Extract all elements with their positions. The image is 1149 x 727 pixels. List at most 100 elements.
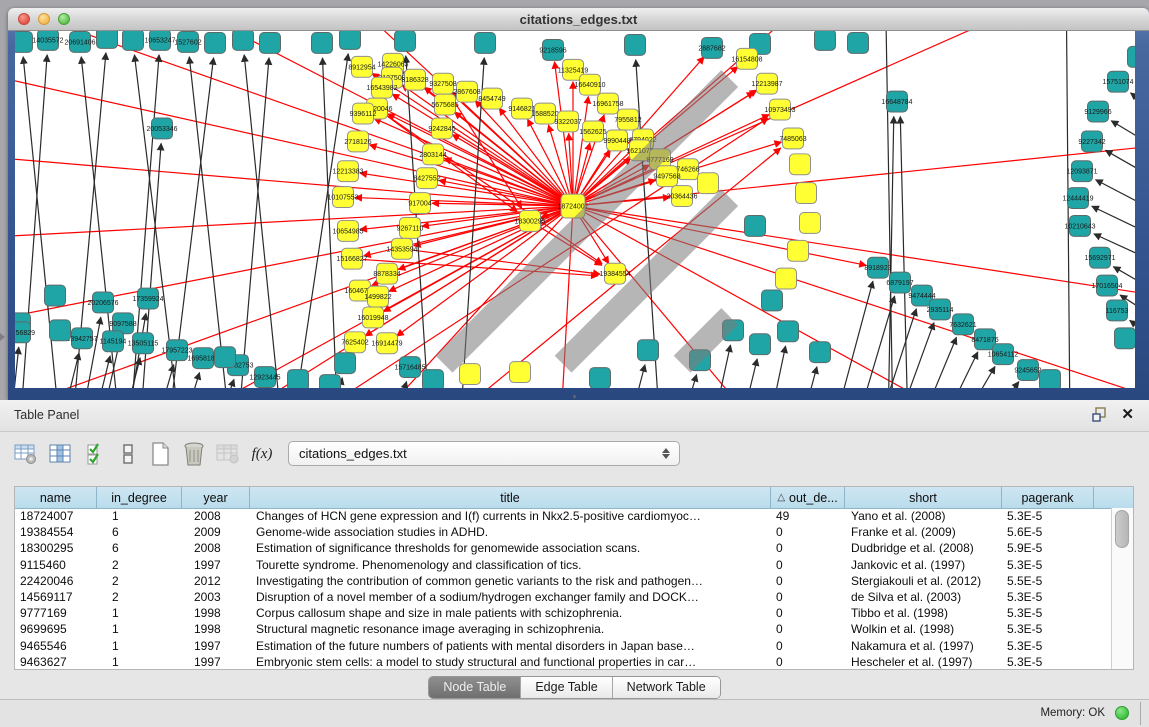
zoom-button[interactable] [58, 13, 70, 25]
network-window-titlebar[interactable]: citations_edges.txt [8, 8, 1149, 31]
table-cell[interactable]: 1997 [182, 557, 250, 573]
table-cell[interactable]: 19384554 [15, 524, 97, 540]
table-cell[interactable]: 18300295 [15, 540, 97, 556]
column-header-name[interactable]: name [15, 487, 97, 508]
column-header-year[interactable]: year [182, 487, 250, 508]
table-cell[interactable]: Genome-wide association studies in ADHD. [250, 524, 771, 540]
table-cell[interactable]: 1997 [182, 654, 250, 669]
table-cell[interactable]: 9777169 [15, 605, 97, 621]
new-table-icon[interactable] [146, 439, 174, 469]
table-cell[interactable]: 9699695 [15, 621, 97, 637]
panel-collapse-arrow-icon[interactable] [0, 333, 5, 341]
table-cell[interactable]: 5.6E-5 [1002, 524, 1094, 540]
float-panel-icon[interactable] [1092, 407, 1107, 422]
table-row[interactable]: 1872400712008Changes of HCN gene express… [15, 508, 1111, 524]
table-cell[interactable]: Embryonic stem cells: a model to study s… [250, 654, 771, 669]
table-cell[interactable]: 5.3E-5 [1002, 605, 1094, 621]
table-cell[interactable]: 5.3E-5 [1002, 589, 1094, 605]
table-cell[interactable]: 5.3E-5 [1002, 638, 1094, 654]
table-cell[interactable]: 5.9E-5 [1002, 540, 1094, 556]
table-cell[interactable]: 2009 [182, 524, 250, 540]
table-cell[interactable]: Dudbridge et al. (2008) [845, 540, 1002, 556]
table-cell[interactable]: 1 [97, 654, 182, 669]
vertical-scrollbar[interactable] [1111, 508, 1133, 669]
table-cell[interactable]: Franke et al. (2009) [845, 524, 1002, 540]
table-cell[interactable]: 5.3E-5 [1002, 557, 1094, 573]
table-cell[interactable]: 2008 [182, 508, 250, 524]
table-cell[interactable]: 0 [771, 557, 845, 573]
close-panel-icon[interactable]: ✕ [1121, 405, 1134, 423]
network-canvas[interactable]: 1403557220691406106532471527602288768211… [15, 31, 1135, 388]
table-cell[interactable]: 18724007 [15, 508, 97, 524]
table-cell[interactable]: Stergiakouli et al. (2012) [845, 573, 1002, 589]
table-row[interactable]: 946362711997Embryonic stem cells: a mode… [15, 654, 1111, 669]
table-cell[interactable]: 0 [771, 573, 845, 589]
table-cell[interactable]: 1 [97, 605, 182, 621]
select-all-icon[interactable] [82, 439, 110, 469]
table-cell[interactable]: Corpus callosum shape and size in male p… [250, 605, 771, 621]
tab-node-table[interactable]: Node Table [429, 677, 521, 698]
table-cell[interactable]: 0 [771, 654, 845, 669]
table-row[interactable]: 1938455462009Genome-wide association stu… [15, 524, 1111, 540]
delete-table-icon[interactable] [180, 439, 208, 469]
scrollbar-thumb[interactable] [1115, 510, 1129, 548]
table-cell[interactable]: 22420046 [15, 573, 97, 589]
table-cell[interactable]: Tibbo et al. (1998) [845, 605, 1002, 621]
table-cell[interactable]: Hescheler et al. (1997) [845, 654, 1002, 669]
table-cell[interactable]: 2012 [182, 573, 250, 589]
table-cell[interactable]: 0 [771, 638, 845, 654]
table-cell[interactable]: 5.5E-5 [1002, 573, 1094, 589]
table-settings-icon[interactable] [12, 439, 40, 469]
column-header-title[interactable]: title [250, 487, 771, 508]
table-cell[interactable]: 6 [97, 540, 182, 556]
memory-ok-icon[interactable] [1115, 706, 1129, 720]
tab-edge-table[interactable]: Edge Table [521, 677, 612, 698]
table-cell[interactable]: 2008 [182, 540, 250, 556]
table-cell[interactable]: 1 [97, 621, 182, 637]
column-header-in_degree[interactable]: in_degree [97, 487, 182, 508]
show-columns-icon[interactable] [46, 439, 74, 469]
table-cell[interactable]: 14569117 [15, 589, 97, 605]
table-cell[interactable]: Jankovic et al. (1997) [845, 557, 1002, 573]
table-row[interactable]: 1456911722003Disruption of a novel membe… [15, 589, 1111, 605]
table-cell[interactable]: Tourette syndrome. Phenomenology and cla… [250, 557, 771, 573]
column-header-pagerank[interactable]: pagerank [1002, 487, 1094, 508]
table-cell[interactable]: Estimation of the future numbers of pati… [250, 638, 771, 654]
table-cell[interactable]: 5.3E-5 [1002, 508, 1094, 524]
table-cell[interactable]: Structural magnetic resonance image aver… [250, 621, 771, 637]
table-row[interactable]: 911546021997Tourette syndrome. Phenomeno… [15, 557, 1111, 573]
table-cell[interactable]: Investigating the contribution of common… [250, 573, 771, 589]
table-cell[interactable]: 9465546 [15, 638, 97, 654]
table-cell[interactable]: 0 [771, 605, 845, 621]
table-cell[interactable]: 1998 [182, 621, 250, 637]
table-row[interactable]: 2242004622012Investigating the contribut… [15, 573, 1111, 589]
table-row[interactable]: 977716911998Corpus callosum shape and si… [15, 605, 1111, 621]
table-cell[interactable]: 1998 [182, 605, 250, 621]
table-cell[interactable]: Wolkin et al. (1998) [845, 621, 1002, 637]
table-cell[interactable]: Estimation of significance thresholds fo… [250, 540, 771, 556]
table-cell[interactable]: 5.3E-5 [1002, 621, 1094, 637]
table-cell[interactable]: 9463627 [15, 654, 97, 669]
hide-columns-icon[interactable] [114, 439, 142, 469]
table-cell[interactable]: 2003 [182, 589, 250, 605]
function-builder-icon[interactable]: f(x) [248, 439, 276, 469]
table-cell[interactable]: Disruption of a novel member of a sodium… [250, 589, 771, 605]
table-cell[interactable]: Yano et al. (2008) [845, 508, 1002, 524]
tab-network-table[interactable]: Network Table [613, 677, 720, 698]
table-cell[interactable]: 2 [97, 557, 182, 573]
table-cell[interactable]: 5.3E-5 [1002, 654, 1094, 669]
table-cell[interactable]: 2 [97, 573, 182, 589]
window-resize-grip[interactable] [15, 31, 1135, 388]
close-button[interactable] [18, 13, 30, 25]
table-cell[interactable]: 0 [771, 589, 845, 605]
table-cell[interactable]: 49 [771, 508, 845, 524]
table-cell[interactable]: Changes of HCN gene expression and I(f) … [250, 508, 771, 524]
table-row[interactable]: 969969511998Structural magnetic resonanc… [15, 621, 1111, 637]
table-row[interactable]: 1830029562008Estimation of significance … [15, 540, 1111, 556]
table-cell[interactable]: 1 [97, 508, 182, 524]
table-cell[interactable]: de Silva et al. (2003) [845, 589, 1002, 605]
column-header-short[interactable]: short [845, 487, 1002, 508]
table-row[interactable]: 946554611997Estimation of the future num… [15, 638, 1111, 654]
table-cell[interactable]: 0 [771, 621, 845, 637]
table-cell[interactable]: 2 [97, 589, 182, 605]
